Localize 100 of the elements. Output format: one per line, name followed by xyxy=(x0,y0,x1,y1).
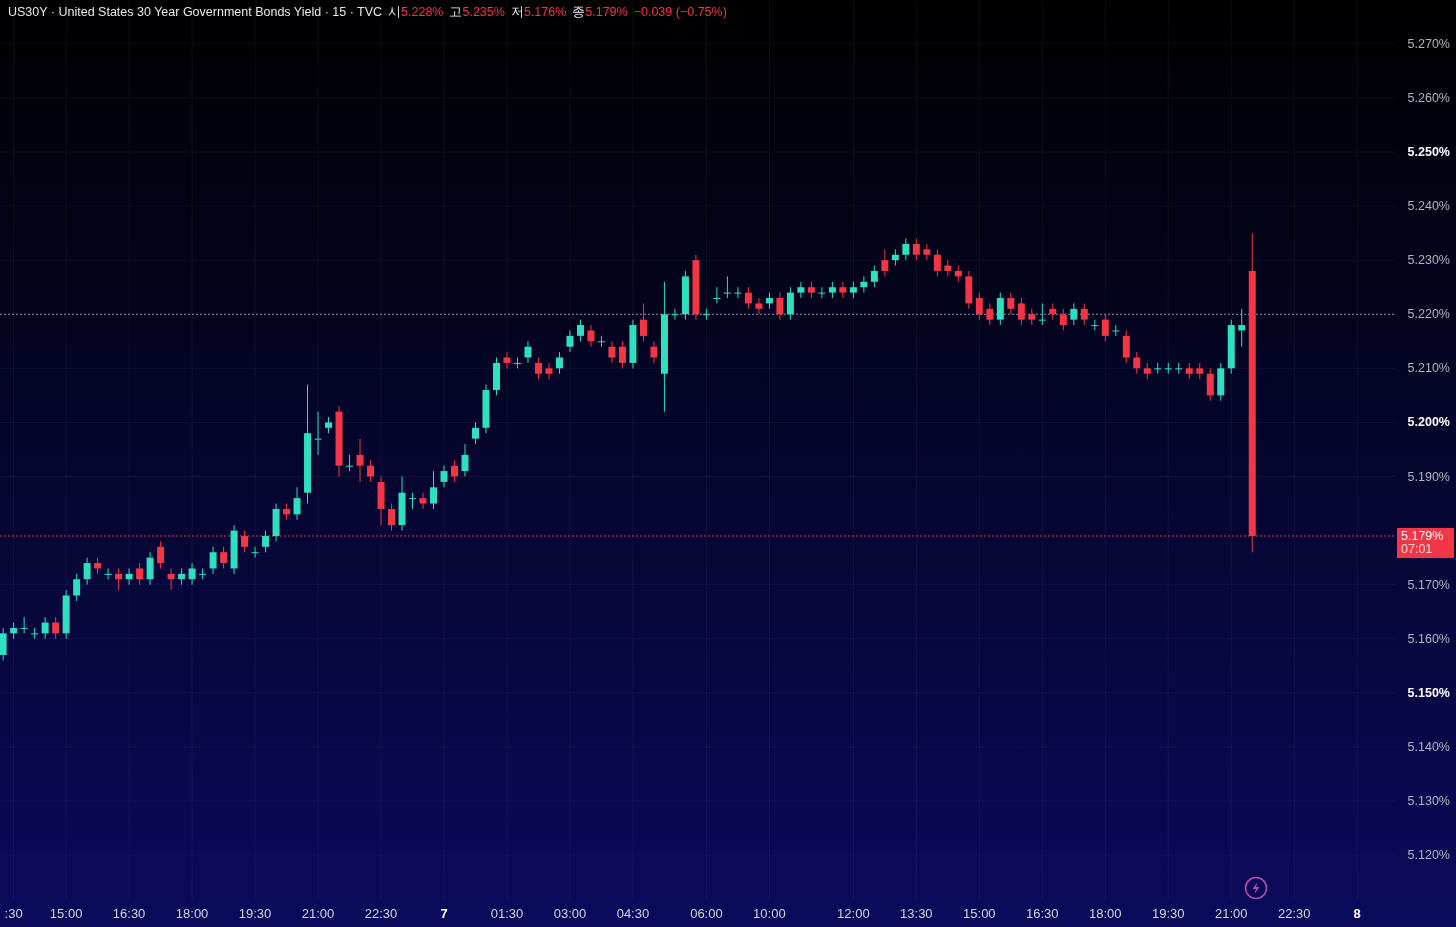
candlestick xyxy=(650,340,658,364)
lightning-icon[interactable] xyxy=(1244,876,1268,900)
candlestick xyxy=(1038,302,1046,326)
candlestick xyxy=(629,319,637,369)
candlestick xyxy=(73,573,81,602)
price-axis-label: 5.120% xyxy=(1407,848,1450,863)
candlestick xyxy=(293,486,301,521)
time-axis-label: 15:00 xyxy=(963,906,996,921)
time-axis-label: 10:00 xyxy=(753,906,786,921)
candlestick xyxy=(923,243,931,261)
candlestick xyxy=(1112,324,1120,337)
candlestick xyxy=(1185,362,1193,380)
time-axis-label: 16:30 xyxy=(1026,906,1059,921)
candlestick xyxy=(818,286,826,299)
candlestick xyxy=(744,286,752,310)
price-axis-label: 5.220% xyxy=(1407,307,1450,322)
candlestick xyxy=(786,286,794,321)
candlestick xyxy=(41,616,49,640)
time-axis-label: 22:30 xyxy=(364,906,398,921)
candlestick xyxy=(576,319,584,342)
ohlc-value: 5.179% xyxy=(585,5,628,19)
candlestick xyxy=(451,459,458,483)
candlestick xyxy=(325,416,333,434)
price-axis-label: 5.160% xyxy=(1407,631,1450,646)
candlestick xyxy=(1070,302,1078,326)
candlestick xyxy=(62,589,70,640)
candlestick xyxy=(608,340,616,364)
candlestick xyxy=(1133,351,1141,375)
candlestick xyxy=(0,627,7,661)
time-axis-label: 19:30 xyxy=(1152,906,1185,921)
candlestick xyxy=(209,546,217,575)
symbol-title: US30Y · United States 30 Year Government Bonds Yield · 15 · TVC xyxy=(8,5,383,19)
candlestick xyxy=(167,567,175,591)
candlestick xyxy=(346,454,354,472)
price-axis-label: 5.270% xyxy=(1407,36,1450,51)
candlestick xyxy=(723,275,731,299)
candlestick xyxy=(566,329,574,353)
candlestick xyxy=(807,281,815,299)
candlestick xyxy=(272,503,280,542)
candlestick xyxy=(755,297,763,315)
candlestick xyxy=(1238,308,1246,348)
candlestick xyxy=(440,465,448,488)
candlestick xyxy=(639,302,647,342)
candlestick xyxy=(367,459,375,483)
price-axis-label: 5.230% xyxy=(1407,253,1450,268)
time-axis-label: 06:00 xyxy=(690,906,723,921)
candlestick xyxy=(975,292,983,321)
candlestick xyxy=(83,557,91,586)
ohlc-value: 5.176% xyxy=(523,5,567,19)
candlestick xyxy=(1217,362,1225,402)
candlestick xyxy=(555,351,563,375)
price-axis-label: 5.210% xyxy=(1407,361,1450,376)
candlestick xyxy=(1059,308,1067,331)
candlestick xyxy=(461,443,469,477)
time-axis-label: 22:30 xyxy=(1277,906,1311,921)
candlestick xyxy=(996,292,1004,326)
time-axis-label: 21:00 xyxy=(1215,906,1248,921)
candlestick xyxy=(430,470,437,510)
time-axis-label: 01:30 xyxy=(490,906,524,921)
candlestick xyxy=(702,308,710,321)
candlestick xyxy=(388,503,395,532)
candlestick xyxy=(902,238,910,261)
candlestick xyxy=(776,292,784,321)
candlestick xyxy=(597,335,605,348)
candlestick xyxy=(1017,297,1025,326)
candlestick xyxy=(1227,319,1235,375)
candlestick xyxy=(1091,319,1099,331)
candlestick xyxy=(692,254,700,321)
time-axis-label: 04:30 xyxy=(616,906,650,921)
candlestick xyxy=(681,270,689,321)
candlestick xyxy=(1007,292,1015,315)
price-axis-label: 5.260% xyxy=(1407,90,1450,105)
candlestick xyxy=(335,405,343,477)
candlestick xyxy=(1154,362,1162,375)
candlestick xyxy=(1164,362,1172,375)
price-axis-label: 5.200% xyxy=(1407,415,1450,430)
time-axis-label: 15:00 xyxy=(49,906,83,921)
candlestick xyxy=(849,281,857,299)
candlestick xyxy=(618,340,626,369)
countdown-timer: 07:01 xyxy=(1401,543,1433,556)
candlestick xyxy=(986,302,994,326)
candlestick xyxy=(587,324,595,348)
candlestick xyxy=(283,503,291,521)
candlestick xyxy=(146,551,154,586)
price-axis-label: 5.130% xyxy=(1407,794,1450,808)
price-change: −0.039 (−0.75%) xyxy=(633,5,727,19)
candlestick xyxy=(713,286,721,304)
ohlc-label: 시 xyxy=(388,4,402,21)
candlestick xyxy=(409,492,416,510)
ohlc-value: 5.228% xyxy=(401,5,444,19)
time-axis-label: 16:30 xyxy=(112,906,146,921)
time-axis-label: 19:30 xyxy=(238,906,272,921)
candlestick xyxy=(251,546,259,559)
candlestick xyxy=(356,438,364,483)
time-axis-label: 13:30 xyxy=(900,906,933,921)
candlestick xyxy=(377,476,385,526)
candlestick xyxy=(891,248,899,267)
candlestick xyxy=(314,411,322,456)
candlestick xyxy=(157,540,165,569)
ohlc-label: 저 xyxy=(510,4,524,21)
